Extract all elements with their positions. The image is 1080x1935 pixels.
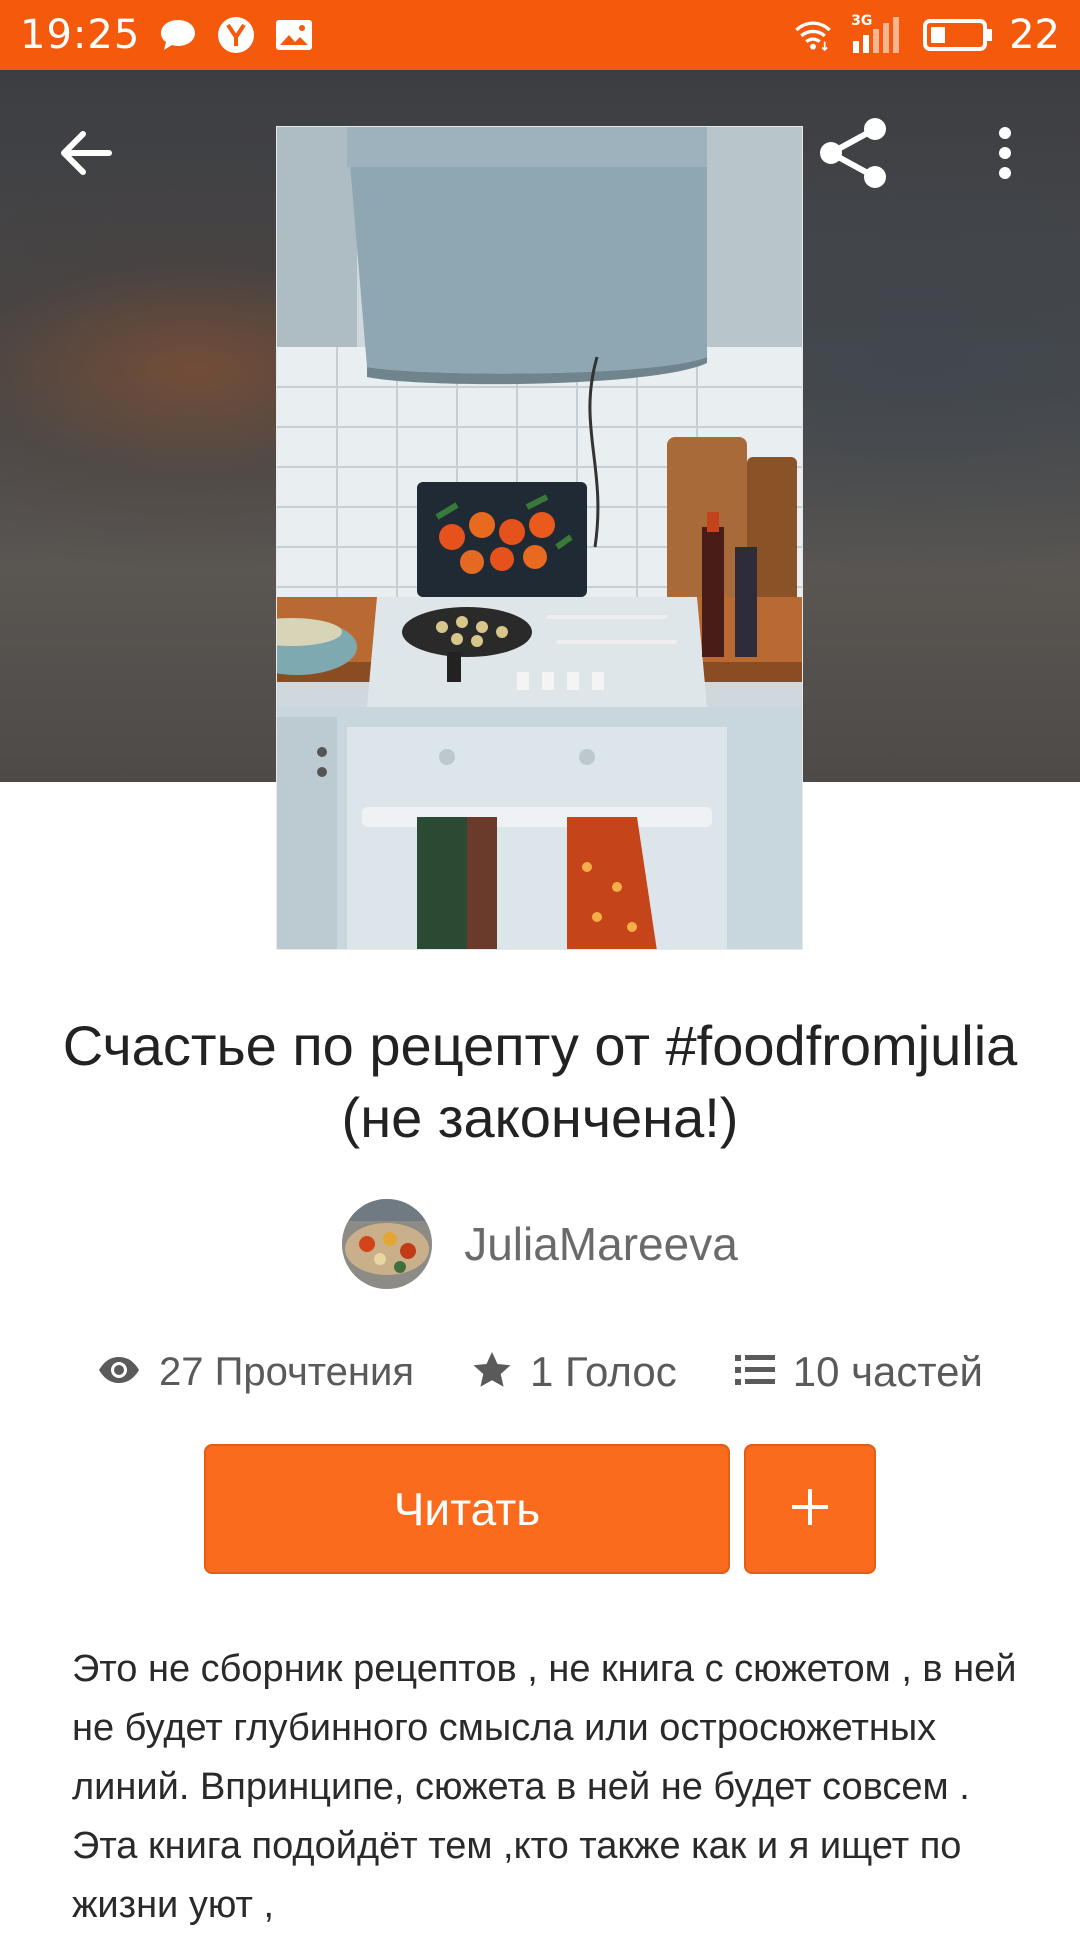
status-time: 19:25 bbox=[20, 12, 141, 58]
avatar[interactable] bbox=[342, 1199, 433, 1289]
votes-count: 1 Голос bbox=[530, 1348, 677, 1395]
votes-stat: 1 Голос bbox=[472, 1348, 677, 1396]
back-button[interactable] bbox=[40, 110, 130, 200]
status-bar: 19:25 3G 22 bbox=[0, 0, 1080, 70]
reads-stat: 27 Прочтения bbox=[97, 1350, 414, 1395]
parts-count: 10 частей bbox=[792, 1348, 983, 1395]
story-stats: 27 Прочтения 1 Голос 10 частей bbox=[0, 1340, 1080, 1404]
reads-count: 27 Прочтения bbox=[159, 1349, 415, 1394]
share-icon bbox=[815, 115, 891, 196]
eye-icon bbox=[97, 1355, 141, 1390]
back-arrow-icon bbox=[57, 128, 113, 183]
author-name[interactable]: JuliaMareeva bbox=[464, 1217, 738, 1271]
star-icon bbox=[472, 1350, 512, 1395]
story-title: Счастье по рецепту от #foodfromjulia (не… bbox=[62, 1014, 1018, 1149]
more-options-button[interactable] bbox=[970, 110, 1040, 200]
share-button[interactable] bbox=[808, 110, 898, 200]
story-description: Это не сборник рецептов , не книга с сюж… bbox=[72, 1648, 1017, 1926]
list-icon bbox=[734, 1353, 775, 1392]
chat-bubble-icon bbox=[158, 15, 198, 55]
story-cover-image[interactable] bbox=[276, 126, 803, 950]
signal-icon: 3G bbox=[849, 13, 907, 55]
kitchen-photo bbox=[277, 127, 802, 949]
add-to-library-button[interactable] bbox=[744, 1444, 876, 1574]
network-type-label: 3G bbox=[851, 13, 873, 29]
author-row[interactable]: JuliaMareeva bbox=[0, 1198, 1080, 1290]
plus-icon bbox=[788, 1485, 832, 1534]
more-vert-icon bbox=[997, 126, 1013, 185]
parts-stat: 10 частей bbox=[734, 1348, 983, 1396]
gallery-notification-icon bbox=[274, 15, 314, 55]
read-button[interactable]: Читать bbox=[204, 1444, 730, 1574]
battery-level: 22 bbox=[1009, 12, 1060, 58]
yandex-browser-icon bbox=[216, 15, 256, 55]
battery-icon bbox=[923, 15, 993, 55]
wifi-icon bbox=[793, 15, 833, 55]
